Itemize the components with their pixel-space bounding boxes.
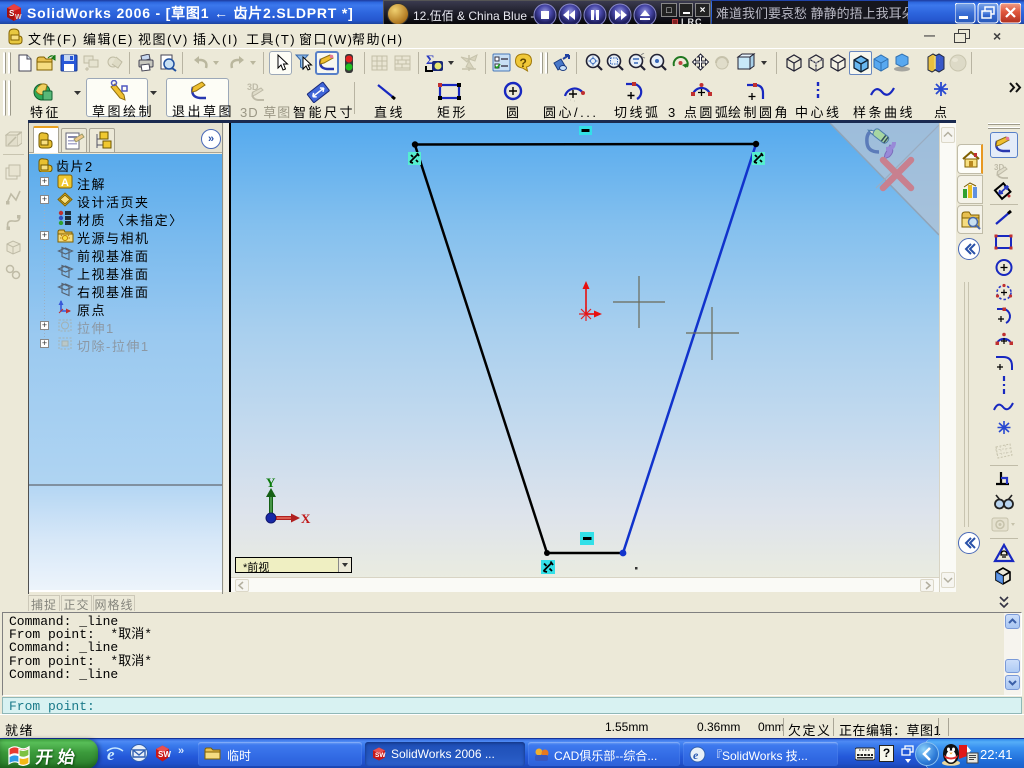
svg-text:Y: Y xyxy=(266,475,276,490)
svg-text:A: A xyxy=(61,177,69,189)
svg-text:SW: SW xyxy=(375,752,386,759)
svg-text:SW: SW xyxy=(158,750,171,759)
svg-text:?: ? xyxy=(520,56,527,70)
svg-text:X: X xyxy=(301,511,311,526)
svg-text:W: W xyxy=(15,14,22,21)
svg-text:e: e xyxy=(693,748,699,762)
